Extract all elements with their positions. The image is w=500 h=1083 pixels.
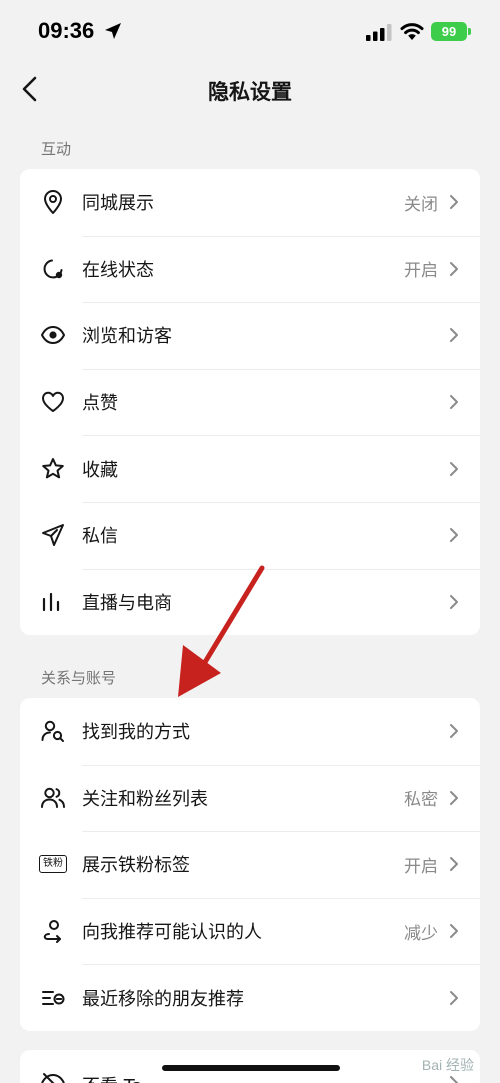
bars-icon: [42, 592, 60, 611]
chevron-right-icon: [450, 528, 458, 543]
interaction-settings-card: 同城展示 关闭 在线状态 开启 浏览和访客 点赞 收藏 私信 直播与电商: [20, 169, 480, 636]
settings-row-value: 开启: [404, 261, 438, 282]
location-pin-icon: [44, 190, 62, 215]
settings-row-label: 直播与电商: [82, 592, 172, 614]
settings-row-messages[interactable]: 私信: [20, 501, 480, 569]
settings-row-value: 私密: [404, 790, 438, 811]
status-bar: 09:36 99: [0, 0, 500, 66]
battery-level: 99: [441, 24, 457, 39]
settings-row-recommend-people[interactable]: 向我推荐可能认识的人 减少: [20, 897, 480, 965]
chevron-right-icon: [450, 924, 458, 939]
relations-settings-card: 找到我的方式 关注和粉丝列表 私密 铁粉 展示铁粉标签 开启 向我推荐可能认识的…: [20, 698, 480, 1031]
settings-row-visitors[interactable]: 浏览和访客: [20, 302, 480, 369]
settings-row-label: 在线状态: [82, 259, 154, 281]
settings-row-value: 关闭: [404, 194, 438, 215]
removed-list-icon: [42, 990, 65, 1005]
settings-row-removed-recommendations[interactable]: 最近移除的朋友推荐: [20, 964, 480, 1031]
cellular-signal-icon: [366, 24, 392, 41]
settings-row-label: 收藏: [82, 459, 118, 481]
eye-icon: [41, 326, 65, 345]
settings-row-online-status[interactable]: 在线状态 开启: [20, 235, 480, 303]
settings-row-label: 展示铁粉标签: [82, 855, 190, 877]
chevron-right-icon: [450, 328, 458, 343]
status-time: 09:36: [38, 18, 95, 43]
users-icon: [41, 787, 65, 808]
settings-row-label: 找到我的方式: [82, 722, 190, 744]
settings-row-value: 开启: [404, 856, 438, 877]
settings-row-label: 私信: [82, 526, 118, 548]
star-icon: [42, 457, 64, 479]
chevron-right-icon: [450, 790, 458, 805]
eye-off-icon: [41, 1073, 65, 1083]
chevron-right-icon: [450, 461, 458, 476]
chevron-right-icon: [450, 1076, 458, 1083]
user-search-icon: [41, 721, 64, 743]
section-title-relations: 关系与账号: [41, 669, 117, 687]
battery-indicator: 99: [431, 22, 467, 41]
chevron-right-icon: [450, 195, 458, 210]
wifi-icon: [400, 23, 424, 40]
settings-row-likes[interactable]: 点赞: [20, 368, 480, 436]
section-title-interaction: 互动: [41, 140, 72, 158]
settings-row-nearby[interactable]: 同城展示 关闭: [20, 169, 480, 236]
settings-row-label: 点赞: [82, 393, 118, 415]
battery-nub: [468, 28, 471, 35]
settings-row-label: 向我推荐可能认识的人: [82, 922, 262, 944]
user-recommend-icon: [43, 920, 61, 944]
settings-row-label: 同城展示: [82, 193, 154, 215]
watermark-logo: Bai 经验: [421, 1057, 474, 1073]
heart-icon: [42, 391, 64, 413]
chevron-right-icon: [450, 594, 458, 609]
online-status-icon: [43, 259, 63, 279]
chevron-right-icon: [450, 724, 458, 739]
chevron-right-icon: [450, 857, 458, 872]
fan-badge-icon: 铁粉: [39, 855, 67, 874]
settings-row-follow-list[interactable]: 关注和粉丝列表 私密: [20, 764, 480, 832]
location-arrow-icon: [105, 23, 121, 39]
chevron-right-icon: [450, 990, 458, 1005]
home-indicator: [162, 1065, 340, 1071]
settings-row-label: 浏览和访客: [82, 326, 172, 348]
settings-row-label: 最近移除的朋友推荐: [82, 988, 244, 1010]
navigation-bar: 隐私设置: [0, 66, 500, 112]
paper-plane-icon: [42, 524, 64, 547]
settings-row-label: 不看 Ta: [82, 1072, 143, 1083]
settings-row-favorites[interactable]: 收藏: [20, 435, 480, 502]
settings-row-label: 关注和粉丝列表: [82, 788, 208, 810]
settings-row-find-me[interactable]: 找到我的方式: [20, 698, 480, 765]
chevron-right-icon: [450, 261, 458, 276]
settings-row-value: 减少: [404, 923, 438, 944]
chevron-right-icon: [450, 395, 458, 410]
settings-row-fan-badge[interactable]: 铁粉 展示铁粉标签 开启: [20, 831, 480, 898]
settings-row-live-commerce[interactable]: 直播与电商: [20, 568, 480, 636]
page-title: 隐私设置: [208, 80, 292, 104]
